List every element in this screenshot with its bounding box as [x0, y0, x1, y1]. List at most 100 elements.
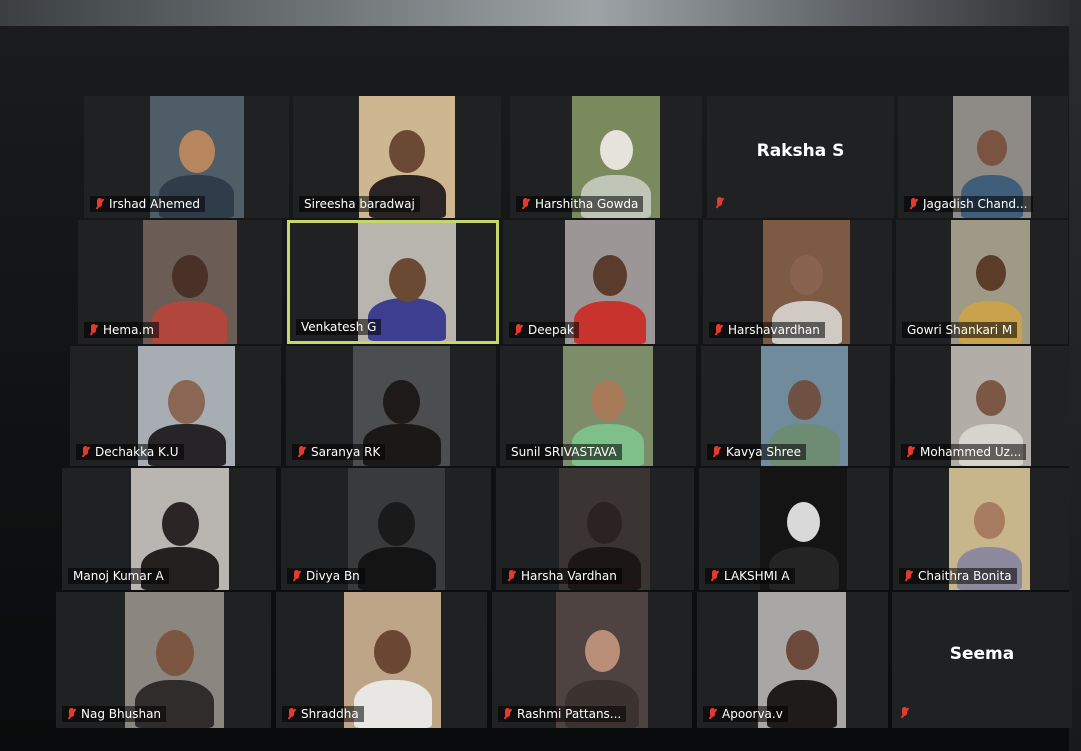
- participant-face: [168, 380, 205, 424]
- participant-name-label: Divya Bn: [287, 568, 365, 584]
- muted-mic-icon: [712, 445, 721, 459]
- participant-face: [593, 255, 627, 296]
- participant-name-label: Sunil SRIVASTAVA: [506, 444, 622, 460]
- participant-tile[interactable]: Rashmi Pattans...: [492, 592, 692, 728]
- participant-face: [600, 130, 633, 170]
- participant-tile[interactable]: Mohammed Uz...: [895, 346, 1069, 466]
- participant-body: [358, 547, 436, 590]
- participant-tile[interactable]: Chaithra Bonita: [893, 468, 1069, 590]
- participant-face: [976, 255, 1006, 291]
- participant-face: [585, 630, 620, 672]
- muted-mic-icon: [507, 569, 516, 583]
- muted-mic-icon: [67, 707, 76, 721]
- participant-tile[interactable]: Jagadish Chand...: [898, 96, 1068, 218]
- muted-mic-icon: [521, 197, 530, 211]
- participant-face: [976, 380, 1006, 416]
- participant-face: [977, 130, 1007, 166]
- participant-name-label: Deepak: [509, 322, 579, 338]
- participant-tile[interactable]: Deepak: [503, 220, 698, 344]
- participant-tile[interactable]: Dechakka K.U: [70, 346, 281, 466]
- participant-name-label: Jagadish Chand...: [904, 196, 1033, 212]
- participant-tile[interactable]: LAKSHMI A: [699, 468, 889, 590]
- participant-face: [162, 502, 199, 546]
- participant-tile[interactable]: Saranya RK: [286, 346, 496, 466]
- participant-name: Nag Bhushan: [81, 707, 162, 721]
- participant-name: Sireesha baradwaj: [304, 197, 415, 211]
- participant-tile[interactable]: Venkatesh G: [287, 220, 499, 344]
- participant-name: Harshavardhan: [728, 323, 820, 337]
- participant-tile[interactable]: Hema.m: [78, 220, 282, 344]
- participant-name-large: Seema: [949, 644, 1015, 664]
- participant-name-label: Mohammed Uz...: [901, 444, 1027, 460]
- participant-tile[interactable]: Gowri Shankari M: [896, 220, 1068, 344]
- participant-name: Harsha Vardhan: [521, 569, 617, 583]
- muted-mic-icon: [287, 707, 296, 721]
- participant-tile[interactable]: Harsha Vardhan: [496, 468, 694, 590]
- participant-face: [787, 502, 820, 542]
- participant-name: Kavya Shree: [726, 445, 802, 459]
- participant-name: Shraddha: [301, 707, 359, 721]
- participant-name: Mohammed Uz...: [920, 445, 1022, 459]
- participant-body: [354, 680, 432, 728]
- muted-mic-icon: [714, 323, 723, 337]
- participant-name-label: Harshavardhan: [709, 322, 825, 338]
- participant-face: [172, 255, 208, 298]
- muted-mic-icon: [503, 707, 512, 721]
- participant-face: [389, 258, 426, 302]
- participant-name-label: Manoj Kumar A: [68, 568, 169, 584]
- participant-name-label: Saranya RK: [292, 444, 386, 460]
- participant-name-label: Venkatesh G: [296, 319, 382, 335]
- participant-name: Venkatesh G: [301, 320, 377, 334]
- participant-name: Jagadish Chand...: [923, 197, 1028, 211]
- participant-name-label: Kavya Shree: [707, 444, 807, 460]
- participant-name-label: Harshitha Gowda: [516, 196, 644, 212]
- participant-face: [378, 502, 415, 546]
- participant-tile[interactable]: Harshitha Gowda: [510, 96, 702, 218]
- participant-name-label: Harsha Vardhan: [502, 568, 622, 584]
- participant-tile[interactable]: Sireesha baradwaj: [293, 96, 501, 218]
- participant-name: Dechakka K.U: [95, 445, 179, 459]
- participant-tile[interactable]: Sunil SRIVASTAVA: [500, 346, 696, 466]
- participant-name-label: Shraddha: [282, 706, 364, 722]
- participant-tile[interactable]: Kavya Shree: [701, 346, 890, 466]
- participant-name: Irshad Ahemed: [109, 197, 201, 211]
- muted-mic-icon: [904, 569, 913, 583]
- muted-mic-icon: [906, 445, 915, 459]
- participant-name-large: Raksha S: [756, 141, 845, 161]
- participant-tile[interactable]: Seema: [892, 592, 1072, 728]
- participant-name-label: Apoorva.v: [703, 706, 788, 722]
- participant-name: Gowri Shankari M: [907, 323, 1013, 337]
- participant-tile[interactable]: Nag Bhushan: [56, 592, 271, 728]
- participant-name-label: Dechakka K.U: [76, 444, 184, 460]
- muted-mic-icon: [89, 323, 98, 337]
- participant-name-label: Gowri Shankari M: [902, 322, 1018, 338]
- participant-face: [383, 380, 420, 424]
- screen-photo: Irshad Ahemed Sireesha baradwaj Harshitha …: [0, 0, 1081, 751]
- participant-face: [587, 502, 622, 544]
- muted-mic-icon: [297, 445, 306, 459]
- participant-name: Chaithra Bonita: [918, 569, 1012, 583]
- gallery-view-grid: Irshad Ahemed Sireesha baradwaj Harshitha …: [0, 0, 1081, 751]
- participant-face: [788, 380, 821, 420]
- participant-tile[interactable]: Harshavardhan: [703, 220, 892, 344]
- participant-name: Saranya RK: [311, 445, 381, 459]
- participant-name: LAKSHMI A: [724, 569, 790, 583]
- participant-tile[interactable]: Raksha S: [707, 96, 894, 218]
- participant-face: [389, 130, 425, 173]
- participant-tile[interactable]: Apoorva.v: [697, 592, 888, 728]
- participant-face: [156, 630, 194, 676]
- muted-mic-icon: [514, 323, 523, 337]
- participant-name: Harshitha Gowda: [535, 197, 639, 211]
- participant-name-label: LAKSHMI A: [705, 568, 795, 584]
- participant-face: [974, 502, 1005, 539]
- participant-tile[interactable]: Irshad Ahemed: [84, 96, 289, 218]
- muted-mic-icon: [900, 707, 909, 720]
- participant-body: [574, 301, 646, 344]
- participant-name: Deepak: [528, 323, 574, 337]
- participant-tile[interactable]: Manoj Kumar A: [62, 468, 276, 590]
- participant-name-label: Rashmi Pattans...: [498, 706, 627, 722]
- participant-tile[interactable]: Divya Bn: [281, 468, 491, 590]
- participant-face: [591, 380, 625, 421]
- participant-name: Rashmi Pattans...: [517, 707, 622, 721]
- participant-tile[interactable]: Shraddha: [276, 592, 487, 728]
